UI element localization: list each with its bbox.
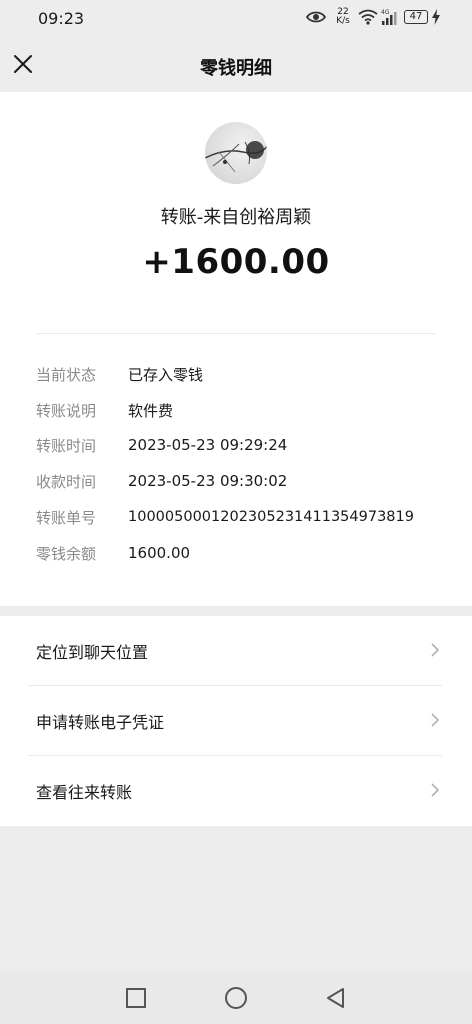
system-nav-bar [0,972,472,1024]
home-icon[interactable] [224,986,248,1010]
status-time: 09:23 [38,9,85,28]
info-value: 2023-05-23 09:30:02 [128,472,288,490]
info-row-balance: 零钱余额 1600.00 [36,542,446,564]
action-label: 查看往来转账 [36,783,133,802]
status-bar: 09:23 22 K/s 4G 47 [0,0,472,38]
chevron-right-icon [431,783,440,797]
locate-chat-position-button[interactable]: 定位到聊天位置 [0,616,472,686]
avatar-image [205,122,267,184]
transfer-amount: +1600.00 [142,242,330,282]
actions-list: 定位到聊天位置 申请转账电子凭证 查看往来转账 [0,616,472,826]
info-label: 收款时间 [36,472,97,491]
avatar [205,122,267,184]
info-row-receive-time: 收款时间 2023-05-23 09:30:02 [36,470,446,492]
info-label: 转账单号 [36,508,97,527]
page-title: 零钱明细 [200,58,272,79]
request-transfer-voucher-button[interactable]: 申请转账电子凭证 [0,686,472,756]
net-speed: 22 K/s [332,8,354,26]
transaction-detail-card: 转账-来自创裕周颖 +1600.00 当前状态 已存入零钱 转账说明 软件费 转… [0,92,472,606]
transfer-title: 转账-来自创裕周颖 [160,207,312,228]
info-row-note: 转账说明 软件费 [36,399,446,421]
network-type: 4G [381,9,390,16]
info-row-transfer-id: 转账单号 1000050001202305231411354973819 [36,506,446,528]
chevron-right-icon [431,643,440,657]
info-value: 2023-05-23 09:29:24 [128,436,288,454]
info-value: 1600.00 [128,544,191,562]
info-label: 转账时间 [36,436,97,455]
info-row-status: 当前状态 已存入零钱 [36,363,446,385]
info-value: 软件费 [128,401,174,420]
nav-header: 零钱明细 [0,38,472,92]
battery-icon: 47 [404,10,428,24]
view-transfer-history-button[interactable]: 查看往来转账 [0,756,472,826]
action-label: 定位到聊天位置 [36,643,149,662]
back-icon[interactable] [324,986,348,1010]
info-label: 零钱余额 [36,544,97,563]
action-label: 申请转账电子凭证 [36,713,165,732]
info-value: 已存入零钱 [128,365,204,384]
wifi-icon [358,9,378,25]
chevron-right-icon [431,713,440,727]
recent-apps-icon[interactable] [124,986,148,1010]
info-value[interactable]: 1000050001202305231411354973819 [128,509,414,525]
signal-icon: 4G [381,9,397,25]
info-label: 当前状态 [36,365,97,384]
info-label: 转账说明 [36,401,97,420]
net-speed-unit: K/s [336,16,350,26]
eye-icon [306,11,326,23]
charging-bolt-icon [432,9,440,25]
divider [36,333,436,334]
info-row-transfer-time: 转账时间 2023-05-23 09:29:24 [36,434,446,456]
